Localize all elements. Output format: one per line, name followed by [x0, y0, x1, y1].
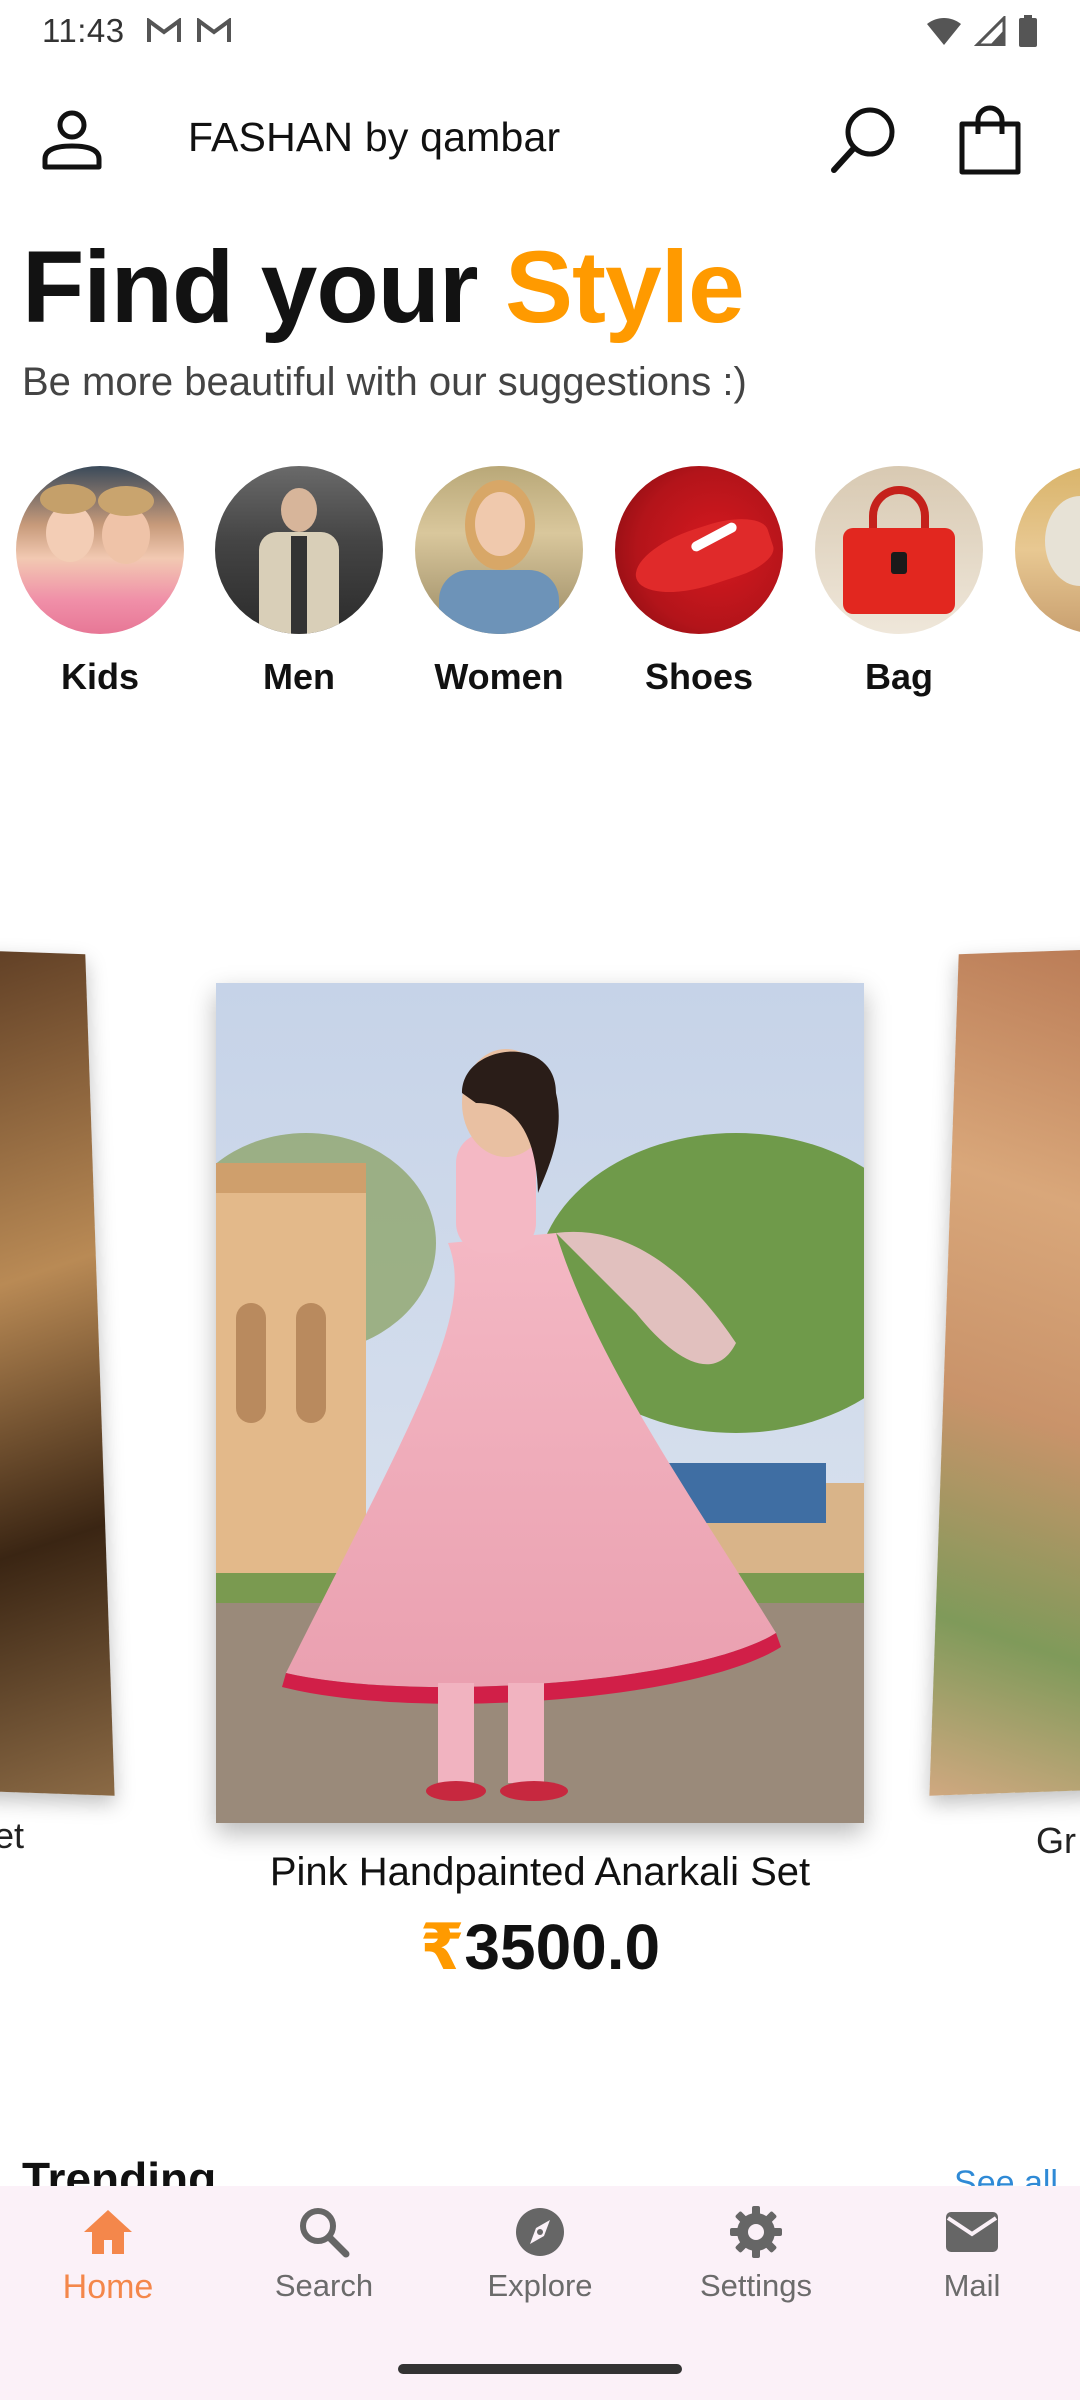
wifi-icon [927, 18, 961, 45]
category-image-shoes [615, 466, 783, 634]
nav-label: Settings [699, 2268, 812, 2303]
app-bar: FASHAN by qambar [0, 80, 1080, 196]
nav-home[interactable]: Home [0, 2186, 216, 2400]
category-image-women [415, 466, 583, 634]
category-image-glasses [1015, 466, 1080, 634]
app-title: FASHAN by qambar [188, 114, 561, 160]
category-image-men [215, 466, 383, 634]
shopping-bag-icon [959, 105, 1021, 175]
product-image [216, 983, 864, 1823]
hero-subtitle: Be more beautiful with our suggestions :… [22, 360, 747, 404]
gmail-icon [146, 18, 181, 42]
gesture-home-indicator[interactable] [398, 2364, 682, 2374]
category-label: Men [263, 656, 335, 697]
price-value: 3500.0 [464, 1911, 661, 1983]
status-bar: 11:43 [0, 0, 1080, 62]
category-list: Kids Men Women Shoes Bag [0, 466, 1080, 716]
gmail-icon [196, 18, 231, 42]
signal-icon [974, 16, 1006, 46]
gear-icon [730, 2206, 782, 2258]
category-label: Women [434, 656, 564, 697]
product-card-next[interactable] [929, 948, 1080, 1796]
cart-button[interactable] [950, 100, 1030, 180]
nav-mail[interactable]: Mail [864, 2186, 1080, 2400]
mail-icon [946, 2212, 998, 2252]
currency-symbol: ₹ [419, 1911, 465, 1983]
product-carousel: et Gr Pink Handpainted Anarkali Set ₹350… [0, 930, 1080, 1990]
category-kids[interactable]: Kids [0, 466, 200, 698]
notification-icons [146, 18, 231, 44]
profile-button[interactable] [34, 100, 110, 176]
category-glasses[interactable]: Gl [999, 466, 1080, 698]
app-screen: 11:43 FASHAN by qambar Find your Style B… [0, 0, 1080, 2400]
hero-title: Find your Style [22, 236, 745, 338]
system-icons [926, 15, 1038, 47]
nav-label: Home [62, 2268, 154, 2306]
category-bag[interactable]: Bag [799, 466, 999, 698]
search-icon [831, 107, 895, 173]
home-icon [84, 2210, 132, 2254]
category-label: Bag [864, 656, 933, 697]
nav-label: Explore [487, 2268, 593, 2303]
category-image-kids [16, 466, 184, 634]
product-name: Pink Handpainted Anarkali Set [269, 1850, 811, 1894]
category-women[interactable]: Women [399, 466, 599, 698]
profile-icon [42, 110, 102, 170]
product-card-main[interactable] [216, 983, 864, 1823]
category-shoes[interactable]: Shoes [599, 466, 799, 698]
category-label: Kids [60, 656, 139, 697]
product-card-previous[interactable] [0, 948, 115, 1796]
status-time: 11:43 [42, 12, 125, 49]
nav-label: Search [274, 2268, 374, 2303]
compass-icon [516, 2208, 564, 2256]
battery-icon [1019, 15, 1037, 47]
category-men[interactable]: Men [199, 466, 399, 698]
nav-label: Mail [943, 2268, 1001, 2303]
category-label: Gl [999, 656, 1080, 698]
search-icon [300, 2208, 350, 2258]
category-label: Shoes [644, 656, 754, 697]
product-price: ₹3500.0 [0, 1910, 1080, 1985]
hero-title-accent: Style [504, 230, 745, 344]
search-button[interactable] [824, 100, 904, 180]
category-image-bag [815, 466, 983, 634]
hero-title-plain: Find your [22, 230, 505, 344]
hero-heading: Find your Style [22, 236, 745, 338]
